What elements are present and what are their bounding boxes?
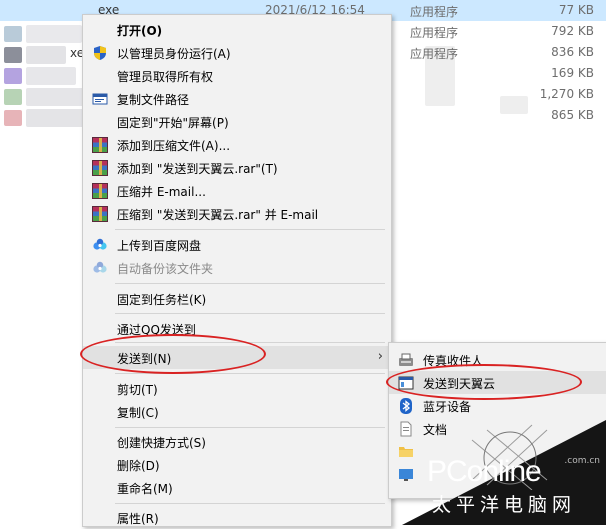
menu-item-upload-baidu[interactable]: 上传到百度网盘 [83,233,391,256]
file-size: 865 KB [551,108,594,122]
menu-item-create-shortcut[interactable]: 创建快捷方式(S) [83,430,391,453]
menu-item-label: 复制(C) [117,406,159,420]
winrar-icon [92,183,108,199]
menu-item-label: 管理员取得所有权 [117,70,214,84]
menu-item-rename[interactable]: 重命名(M) [83,476,391,499]
menu-item-add-archive[interactable]: 添加到压缩文件(A)... [83,133,391,156]
baidu-netdisk-icon [92,260,108,276]
menu-item-label: 压缩并 E-mail... [117,185,206,199]
uac-shield-icon [92,45,108,61]
pconline-watermark: PConline .com.cn 太平洋电脑网 [402,420,606,525]
bluetooth-icon [398,398,414,414]
menu-item-label: 固定到"开始"屏幕(P) [117,116,229,130]
menu-item-copy-path[interactable]: 复制文件路径 [83,87,391,110]
menu-separator [115,503,385,504]
file-size: 792 KB [551,24,594,38]
menu-item-pin-start[interactable]: 固定到"开始"屏幕(P) [83,110,391,133]
menu-item-label: 压缩到 "发送到天翼云.rar" 并 E-mail [117,208,319,222]
menu-item-label: 添加到 "发送到天翼云.rar"(T) [117,162,278,176]
chevron-right-icon: › [377,349,383,364]
menu-item-compress-email[interactable]: 压缩并 E-mail... [83,179,391,202]
menu-item-take-ownership[interactable]: 管理员取得所有权 [83,64,391,87]
menu-item-label: 上传到百度网盘 [117,239,202,253]
menu-item-label: 打开(O) [117,24,163,38]
menu-separator [115,229,385,230]
fax-icon [398,352,414,368]
menu-item-copy[interactable]: 复制(C) [83,400,391,423]
baidu-netdisk-icon [92,237,108,253]
watermark-logo-text: PConline [427,455,542,488]
menu-item-run-as-admin[interactable]: 以管理员身份运行(A) [83,41,391,64]
menu-item-label: 以管理员身份运行(A) [117,47,231,61]
winrar-icon [92,160,108,176]
menu-item-label: 重命名(M) [117,482,173,496]
menu-item-label: 删除(D) [117,459,160,473]
menu-separator [115,283,385,284]
menu-item-cut[interactable]: 剪切(T) [83,377,391,400]
menu-item-label: 属性(R) [117,512,159,526]
context-menu: 打开(O) 以管理员身份运行(A) 管理员取得所有权 复制文件路径 固定到"开始… [82,14,392,527]
file-size: 836 KB [551,45,594,59]
highlight-ellipse-tianyi [386,364,582,400]
file-size: 1,270 KB [539,87,594,101]
menu-item-auto-backup[interactable]: 自动备份该文件夹 [83,256,391,279]
winrar-icon [92,206,108,222]
menu-item-open[interactable]: 打开(O) [83,18,391,41]
menu-item-label: 复制文件路径 [117,93,190,107]
file-size: 169 KB [551,66,594,80]
path-copy-icon [92,91,108,107]
watermark-tagline: 太平洋电脑网 [432,494,577,516]
menu-item-compress-rar-email[interactable]: 压缩到 "发送到天翼云.rar" 并 E-mail [83,202,391,225]
menu-item-properties[interactable]: 属性(R) [83,506,391,529]
highlight-ellipse-send-to [80,334,266,374]
menu-item-add-rar[interactable]: 添加到 "发送到天翼云.rar"(T) [83,156,391,179]
menu-item-label: 自动备份该文件夹 [117,262,214,276]
menu-item-label: 创建快捷方式(S) [117,436,206,450]
file-type: 应用程序 [410,26,459,40]
watermark-domain: .com.cn [564,456,600,466]
file-size: 77 KB [558,3,594,17]
file-type: 应用程序 [410,5,459,19]
menu-item-pin-taskbar[interactable]: 固定到任务栏(K) [83,287,391,310]
menu-item-label: 添加到压缩文件(A)... [117,139,231,153]
menu-item-delete[interactable]: 删除(D) [83,453,391,476]
file-type: 应用程序 [410,47,459,61]
winrar-icon [92,137,108,153]
submenu-item-label: 蓝牙设备 [423,400,472,414]
menu-item-label: 固定到任务栏(K) [117,293,207,307]
menu-separator [115,427,385,428]
menu-separator [115,313,385,314]
menu-item-label: 剪切(T) [117,383,158,397]
